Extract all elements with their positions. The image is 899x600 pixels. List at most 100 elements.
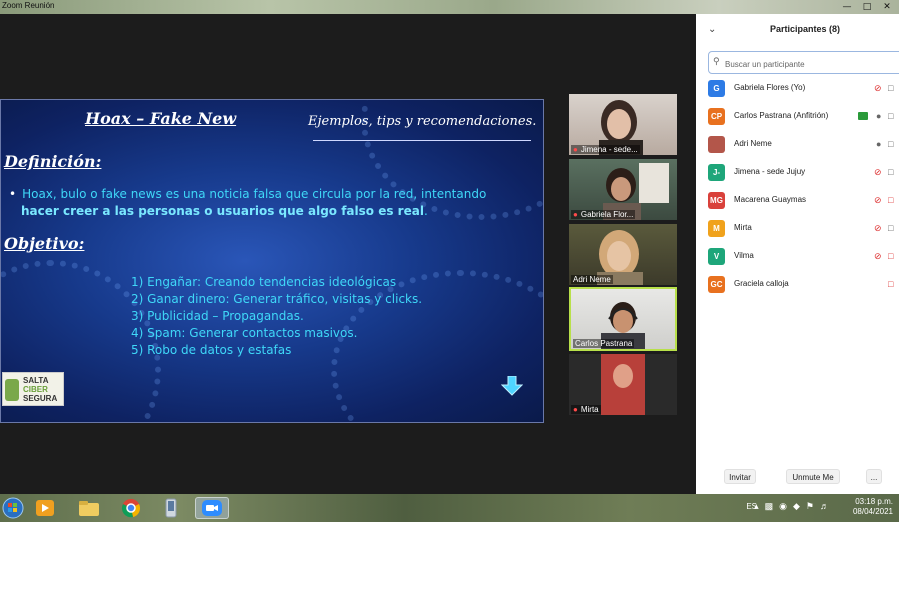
chevron-up-icon[interactable]: ▴	[754, 501, 765, 511]
minimize-icon[interactable]: —	[837, 0, 857, 14]
participants-panel: ⌄ Participantes (8) ⚲ G Gabriela Flores …	[696, 14, 899, 494]
muted-mic-icon[interactable]: ⊘	[874, 251, 882, 262]
definition-heading: Definición:	[4, 152, 102, 171]
participant-name: Adri Neme	[734, 139, 772, 148]
participant-name: Macarena Guaymas	[734, 195, 807, 204]
zoom-icon	[202, 500, 222, 516]
participant-name: Gabriela Flores (Yo)	[734, 83, 806, 92]
shared-screen-slide: Hoax – Fake New Ejemplos, tips y recomen…	[0, 99, 544, 423]
participant-row[interactable]: G Gabriela Flores (Yo) ⊘ □	[696, 75, 899, 103]
panel-header: ⌄ Participantes (8)	[696, 14, 899, 48]
definition-bold: hacer creer a las personas o usuarios qu…	[21, 204, 424, 218]
media-player-glyph	[36, 500, 54, 516]
objective-item: 4) Spam: Generar contactos masivos.	[131, 326, 358, 340]
close-icon[interactable]: ✕	[877, 0, 897, 14]
avatar: J-	[708, 164, 725, 181]
chevron-down-icon[interactable]: ⌄	[708, 24, 716, 35]
muted-mic-icon: ●	[573, 145, 578, 154]
video-tile-mirta[interactable]: ● Mirta	[569, 354, 677, 415]
definition-end: .	[423, 204, 428, 218]
search-icon: ⚲	[713, 57, 720, 67]
video-off-icon[interactable]: □	[888, 251, 893, 261]
network-icon[interactable]: ◉	[779, 501, 793, 511]
video-tile-carlos[interactable]: Carlos Pastrana	[569, 287, 677, 351]
title-bar: Zoom Reunión — □ ✕	[0, 0, 899, 14]
unmute-me-button[interactable]: Unmute Me	[786, 469, 840, 484]
signal-icon[interactable]: ▩	[765, 501, 780, 511]
window-title: Zoom Reunión	[2, 1, 55, 10]
start-button[interactable]	[0, 497, 30, 519]
down-arrow-icon	[501, 376, 523, 396]
video-off-icon[interactable]: □	[888, 279, 893, 289]
objective-heading: Objetivo:	[4, 234, 85, 253]
chrome-icon[interactable]	[114, 497, 148, 519]
tile-name: Jimena - sede...	[580, 145, 638, 154]
objective-item: 2) Ganar dinero: Generar tráfico, visita…	[131, 292, 423, 306]
muted-mic-icon[interactable]: ⊘	[874, 83, 882, 94]
tile-name: Adri Neme	[573, 275, 611, 284]
participant-name: Vilma	[734, 251, 754, 260]
muted-mic-icon[interactable]: ⊘	[874, 223, 882, 234]
video-icon[interactable]: □	[888, 139, 893, 149]
logo-line: SALTA	[23, 376, 49, 385]
video-tile-adri[interactable]: Adri Neme	[569, 224, 677, 285]
clock-date: 08/04/2021	[852, 507, 893, 516]
participant-row[interactable]: MG Macarena Guaymas ⊘ □	[696, 187, 899, 215]
avatar: M	[708, 220, 725, 237]
media-player-icon[interactable]	[28, 497, 62, 519]
avatar: MG	[708, 192, 725, 209]
definition-body: Hoax, bulo o fake news es una noticia fa…	[22, 187, 487, 201]
muted-mic-icon: ●	[573, 210, 578, 219]
screen-share-icon	[858, 112, 868, 120]
security-icon[interactable]: ◆	[793, 501, 806, 511]
windows-logo-icon	[2, 497, 24, 519]
objective-item: 1) Engañar: Creando tendencias ideológic…	[131, 275, 397, 289]
muted-mic-icon[interactable]: ⊘	[874, 195, 882, 206]
avatar	[708, 136, 725, 153]
tile-name: Mirta	[580, 405, 599, 414]
logo-line: CIBER	[23, 385, 48, 394]
objective-item: 3) Publicidad – Propagandas.	[131, 309, 304, 323]
avatar: V	[708, 248, 725, 265]
folder-glyph	[79, 501, 99, 516]
video-icon[interactable]: □	[888, 111, 893, 121]
volume-icon[interactable]: ♬	[820, 501, 835, 511]
phone-glyph	[165, 498, 177, 518]
video-icon[interactable]: □	[888, 167, 893, 177]
video-tile-jimena[interactable]: ● Jimena - sede...	[569, 94, 677, 155]
search-input[interactable]	[725, 54, 899, 75]
mic-icon[interactable]: ●	[876, 139, 881, 149]
avatar: G	[708, 80, 725, 97]
more-button[interactable]: ...	[866, 469, 882, 484]
video-icon[interactable]: □	[888, 223, 893, 233]
zoom-taskbar-button[interactable]	[195, 497, 229, 519]
participant-row[interactable]: Adri Neme ● □	[696, 131, 899, 159]
participant-row[interactable]: CP Carlos Pastrana (Anfitrión) ● □	[696, 103, 899, 131]
mic-icon[interactable]: ●	[876, 111, 881, 121]
avatar: GC	[708, 276, 725, 293]
logo-line: SEGURA	[23, 394, 58, 403]
chrome-glyph	[121, 499, 141, 518]
video-icon[interactable]: □	[888, 83, 893, 93]
panel-footer: Invitar Unmute Me ...	[696, 466, 899, 488]
participant-row[interactable]: V Vilma ⊘ □	[696, 243, 899, 271]
clock[interactable]: 03:18 p.m. 08/04/2021	[841, 497, 893, 517]
zoom-window: Zoom Reunión — □ ✕ Hoax – Fake New Ejemp…	[0, 0, 899, 522]
meeting-area: Hoax – Fake New Ejemplos, tips y recomen…	[0, 14, 696, 494]
participant-row[interactable]: GC Graciela calloja □	[696, 271, 899, 299]
maximize-icon[interactable]: □	[857, 0, 877, 14]
muted-mic-icon[interactable]: ⊘	[874, 167, 882, 178]
lock-icon	[5, 379, 19, 401]
participant-name: Jimena - sede Jujuy	[734, 167, 806, 176]
objective-list: 1) Engañar: Creando tendencias ideológic…	[131, 274, 422, 359]
video-tile-gabriela[interactable]: ● Gabriela Flor...	[569, 159, 677, 220]
flag-icon[interactable]: ⚑	[806, 501, 820, 511]
invite-button[interactable]: Invitar	[724, 469, 756, 484]
participant-row[interactable]: J- Jimena - sede Jujuy ⊘ □	[696, 159, 899, 187]
tray-icons: ▴▩◉◆⚑♬	[754, 501, 835, 512]
device-icon[interactable]	[154, 497, 188, 519]
file-explorer-icon[interactable]	[72, 497, 106, 519]
video-off-icon[interactable]: □	[888, 195, 893, 205]
windows-taskbar: ES ▴▩◉◆⚑♬ 03:18 p.m. 08/04/2021	[0, 494, 899, 522]
participant-row[interactable]: M Mirta ⊘ □	[696, 215, 899, 243]
